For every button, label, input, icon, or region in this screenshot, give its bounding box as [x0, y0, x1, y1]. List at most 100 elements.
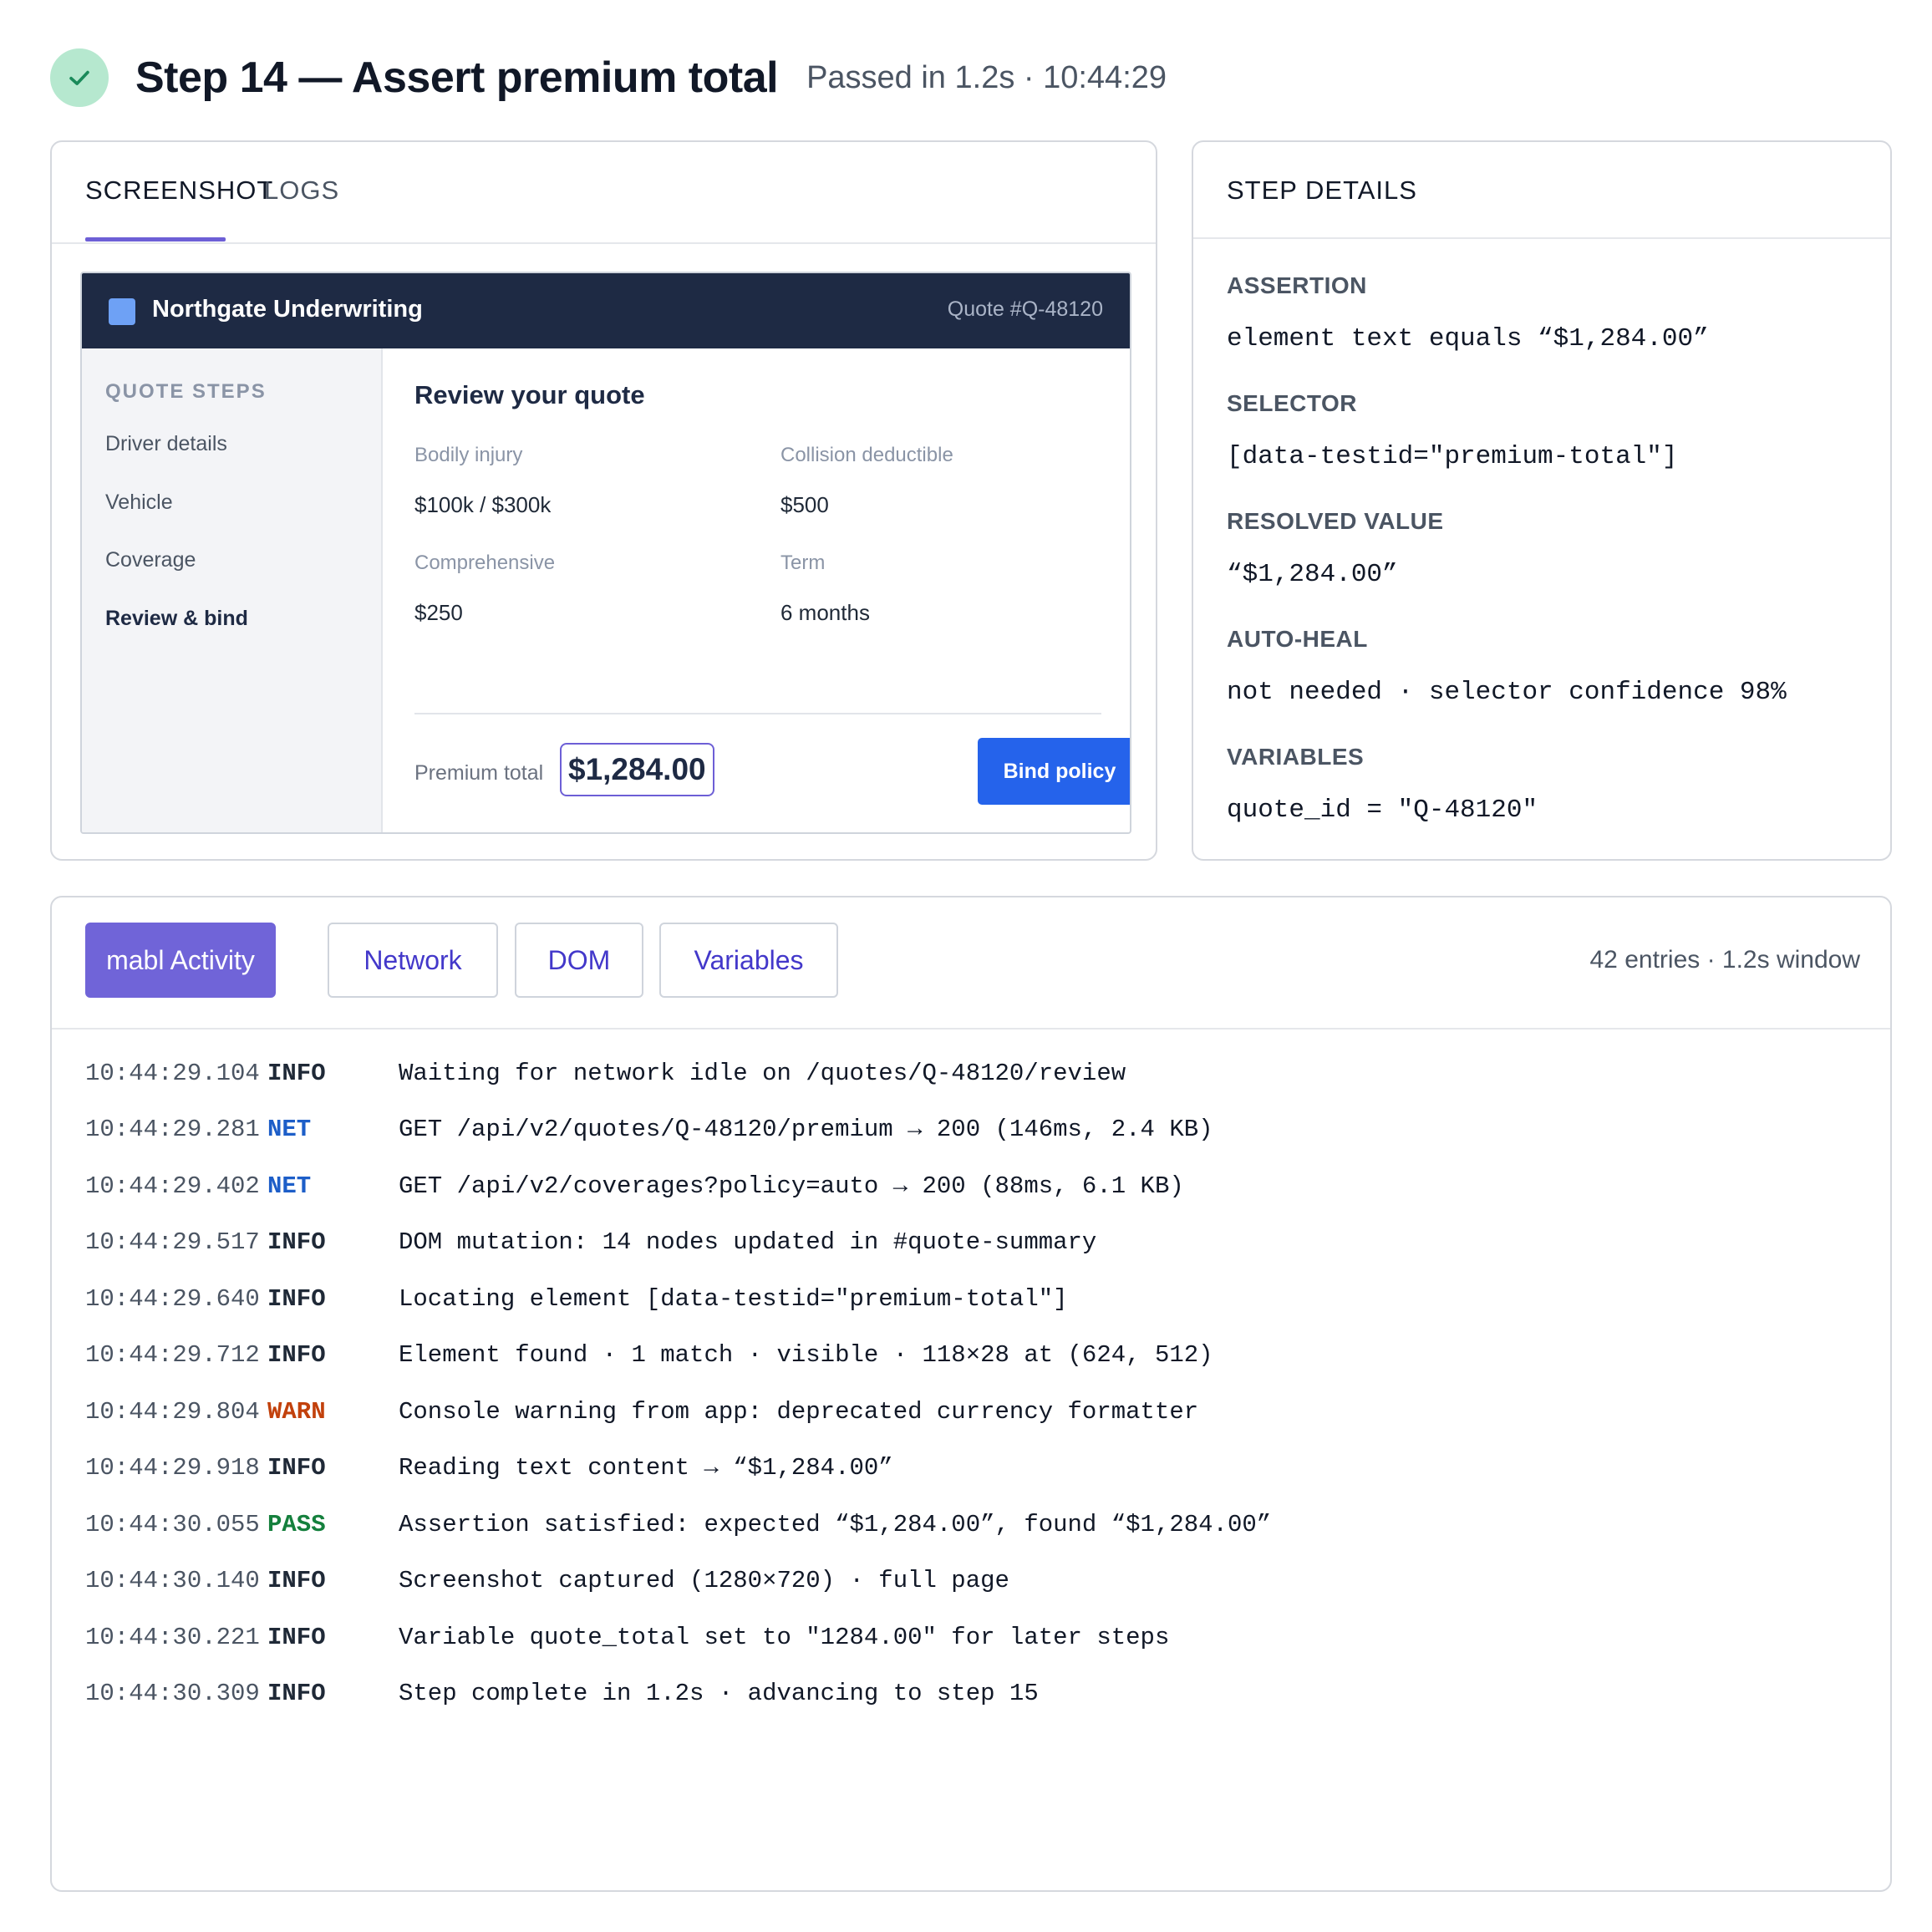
quote-number: Quote #Q-48120 — [947, 297, 1103, 321]
log-timestamp: 10:44:29.104 — [85, 1059, 260, 1087]
log-level-badge: INFO — [267, 1341, 326, 1369]
detail-value-selector: [data-testid="premium-total"] — [1227, 442, 1678, 471]
detail-value-variables: quote_id = "Q-48120" — [1227, 796, 1538, 825]
log-message: DOM mutation: 14 nodes updated in #quote… — [399, 1228, 1097, 1256]
app-topbar: Northgate Underwriting Quote #Q-48120 — [82, 273, 1130, 348]
detail-label-resolved-value: RESOLVED VALUE — [1227, 508, 1444, 534]
step-details-panel: STEP DETAILS ASSERTION element text equa… — [1192, 140, 1892, 861]
captured-app-screenshot: Northgate Underwriting Quote #Q-48120 QU… — [80, 272, 1131, 834]
premium-total-label: Premium total — [414, 761, 544, 785]
screenshot-panel: SCREENSHOT LOGS Northgate Underwriting Q… — [50, 140, 1157, 861]
log-timestamp: 10:44:30.055 — [85, 1510, 260, 1538]
detail-value-resolved-value: “$1,284.00” — [1227, 560, 1398, 589]
tab-logs[interactable]: LOGS — [264, 175, 339, 206]
log-row: 10:44:30.309 INFO Step complete in 1.2s · … — [85, 1675, 1039, 1712]
sidebar-item-review-bind[interactable]: Review & bind — [105, 607, 248, 631]
tab-screenshot[interactable]: SCREENSHOT — [85, 175, 273, 206]
log-message: Waiting for network idle on /quotes/Q-48… — [399, 1059, 1126, 1087]
sidebar-item-driver-details[interactable]: Driver details — [105, 432, 227, 456]
field-label-term: Term — [780, 552, 826, 574]
log-message: Assertion satisfied: expected “$1,284.00… — [399, 1510, 1272, 1538]
sidebar-heading: QUOTE STEPS — [105, 380, 267, 403]
log-timestamp: 10:44:29.402 — [85, 1172, 260, 1200]
detail-label-selector: SELECTOR — [1227, 390, 1357, 416]
log-timestamp: 10:44:30.221 — [85, 1623, 260, 1651]
detail-label-auto-heal: AUTO-HEAL — [1227, 626, 1368, 652]
log-level-badge: INFO — [267, 1567, 326, 1594]
log-level-badge: NET — [267, 1116, 312, 1143]
log-message: GET /api/v2/quotes/Q-48120/premium → 200… — [399, 1116, 1213, 1143]
log-timestamp: 10:44:29.640 — [85, 1284, 260, 1313]
brand-logo-icon — [109, 298, 135, 325]
log-message: Element found · 1 match · visible · 118×… — [399, 1341, 1213, 1369]
log-row: 10:44:30.140 INFO Screenshot captured (128… — [85, 1563, 1009, 1599]
log-row: 10:44:29.402 NET GET /api/v2/coverages?pol… — [85, 1167, 1184, 1204]
sidebar-item-vehicle[interactable]: Vehicle — [105, 491, 173, 515]
field-label-collision-deductible: Collision deductible — [780, 444, 953, 466]
log-timestamp: 10:44:29.712 — [85, 1341, 260, 1369]
detail-label-assertion: ASSERTION — [1227, 272, 1367, 298]
field-value-comprehensive: $250 — [414, 600, 463, 625]
log-message: Reading text content → “$1,284.00” — [399, 1454, 893, 1482]
log-level-badge: INFO — [267, 1680, 326, 1707]
log-row: 10:44:29.517 INFO DOM mutation: 14 nodes u… — [85, 1224, 1096, 1261]
tab-network[interactable]: Network — [328, 923, 498, 998]
log-timestamp: 10:44:29.517 — [85, 1228, 260, 1256]
passed-check-icon — [50, 48, 109, 107]
log-row: 10:44:29.918 INFO Reading text content → “… — [85, 1450, 893, 1487]
detail-label-variables: VARIABLES — [1227, 744, 1365, 770]
review-title: Review your quote — [414, 380, 645, 409]
log-level-badge: INFO — [267, 1284, 326, 1313]
tab-dom[interactable]: DOM — [515, 923, 643, 998]
log-message: Screenshot captured (1280×720) · full pa… — [399, 1567, 1009, 1594]
activity-panel: mabl Activity Network DOM Variables 42 e… — [50, 896, 1892, 1892]
tab-mabl-activity[interactable]: mabl Activity — [85, 923, 276, 998]
premium-total-value: $1,284.00 — [560, 743, 714, 796]
log-timestamp: 10:44:29.281 — [85, 1116, 260, 1143]
log-row: 10:44:30.055 PASS Assertion satisfied: exp… — [85, 1506, 1271, 1543]
quote-review-main: Review your quote Bodily injury $100k / … — [384, 348, 1130, 832]
log-level-badge: NET — [267, 1172, 312, 1200]
entries-summary: 42 entries · 1.2s window — [1589, 946, 1861, 974]
log-row: 10:44:29.712 INFO Element found · 1 match … — [85, 1337, 1213, 1374]
step-details-header: STEP DETAILS — [1193, 142, 1890, 239]
log-row: 10:44:30.221 INFO Variable quote_total set… — [85, 1619, 1169, 1655]
log-message: Console warning from app: deprecated cur… — [399, 1397, 1199, 1426]
log-message: GET /api/v2/coverages?policy=auto → 200 … — [399, 1172, 1184, 1200]
log-timestamp: 10:44:30.309 — [85, 1680, 260, 1707]
log-row: 10:44:29.281 NET GET /api/v2/quotes/Q-4812… — [85, 1111, 1213, 1148]
log-row: 10:44:29.104 INFO Waiting for network idle… — [85, 1055, 1126, 1091]
log-timestamp: 10:44:30.140 — [85, 1567, 260, 1594]
field-value-collision-deductible: $500 — [780, 492, 829, 517]
log-level-badge: INFO — [267, 1228, 326, 1256]
field-value-term: 6 months — [780, 600, 870, 625]
bind-policy-button[interactable]: Bind policy — [978, 738, 1130, 805]
active-tab-indicator — [85, 237, 226, 242]
log-row: 10:44:29.640 INFO Locating element [data-t… — [85, 1280, 1068, 1317]
log-level-badge: INFO — [267, 1059, 326, 1087]
field-label-comprehensive: Comprehensive — [414, 552, 556, 574]
step-details-title: STEP DETAILS — [1227, 175, 1417, 205]
log-timestamp: 10:44:29.804 — [85, 1397, 260, 1426]
brand-name: Northgate Underwriting — [152, 296, 423, 323]
field-label-bodily-injury: Bodily injury — [414, 444, 523, 466]
log-message: Variable quote_total set to "1284.00" fo… — [399, 1623, 1170, 1651]
log-level-badge: PASS — [267, 1510, 326, 1538]
quote-steps-sidebar: QUOTE STEPS Driver details Vehicle Cover… — [82, 348, 383, 832]
summary-divider — [414, 713, 1101, 714]
log-row: 10:44:29.804 WARN Console warning from app… — [85, 1393, 1198, 1430]
step-header: Step 14 — Assert premium total Passed in… — [50, 48, 1167, 107]
log-message: Step complete in 1.2s · advancing to ste… — [399, 1680, 1039, 1707]
activity-tabs: mabl Activity Network DOM Variables 42 e… — [52, 897, 1890, 1030]
log-message: Locating element [data-testid="premium-t… — [399, 1284, 1068, 1313]
tab-variables[interactable]: Variables — [659, 923, 838, 998]
log-level-badge: INFO — [267, 1623, 326, 1651]
screenshot-tabs: SCREENSHOT LOGS — [52, 142, 1156, 244]
field-value-bodily-injury: $100k / $300k — [414, 492, 552, 517]
log-level-badge: INFO — [267, 1454, 326, 1482]
log-level-badge: WARN — [267, 1397, 326, 1426]
detail-value-auto-heal: not needed · selector confidence 98% — [1227, 678, 1787, 707]
detail-value-assertion: element text equals “$1,284.00” — [1227, 324, 1709, 353]
log-timestamp: 10:44:29.918 — [85, 1454, 260, 1482]
sidebar-item-coverage[interactable]: Coverage — [105, 548, 196, 572]
